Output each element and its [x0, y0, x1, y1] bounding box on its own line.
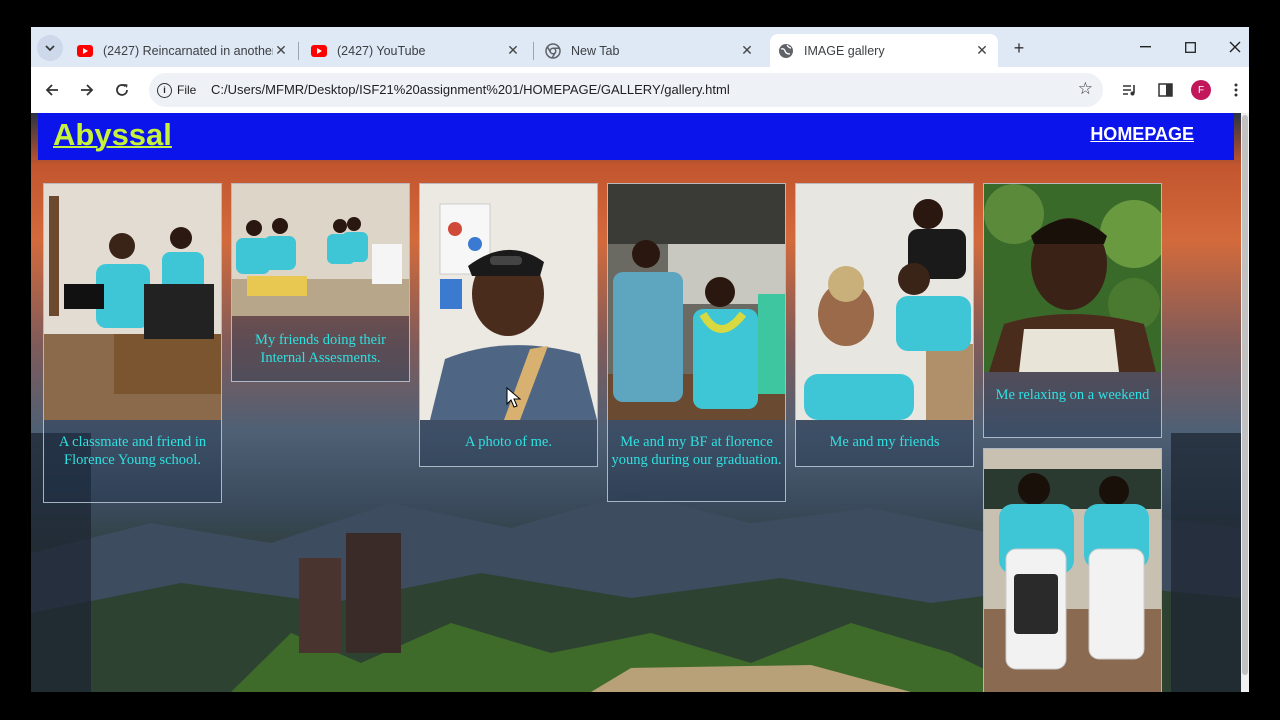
tab-title: (2427) YouTube — [337, 43, 426, 58]
gallery-card[interactable]: A photo of me. — [419, 183, 598, 467]
info-icon: i — [157, 82, 172, 98]
back-button[interactable] — [39, 77, 65, 103]
gallery-caption: A photo of me. — [465, 434, 552, 450]
gallery-caption: A classmate and friend in Florence Young… — [58, 434, 207, 468]
maximize-button[interactable] — [1168, 35, 1212, 59]
tab-image-gallery[interactable]: IMAGE gallery ✕ — [770, 34, 998, 67]
gallery-photo[interactable] — [232, 184, 409, 316]
close-icon[interactable]: ✕ — [974, 42, 990, 59]
browser-window: (2427) Reincarnated in another ✕ (2427) … — [31, 27, 1249, 692]
gallery-photo[interactable] — [44, 184, 221, 420]
tab-youtube[interactable]: (2427) YouTube ✕ — [303, 34, 529, 67]
gallery-card[interactable]: Me relaxing on a weekend — [983, 183, 1162, 438]
site-info-chip[interactable]: i File — [157, 79, 196, 101]
address-bar[interactable]: i File C:/Users/MFMR/Desktop/ISF21%20ass… — [149, 73, 1103, 107]
new-tab-button[interactable]: + — [1009, 38, 1029, 58]
side-panel-icon[interactable] — [1154, 79, 1176, 101]
url-text[interactable]: C:/Users/MFMR/Desktop/ISF21%20assignment… — [211, 82, 730, 97]
gallery-caption: Me and my BF at florence young during ou… — [611, 434, 782, 468]
gallery-card[interactable] — [983, 448, 1162, 692]
bookmark-star-icon[interactable]: ☆ — [1078, 79, 1093, 99]
gallery-photo[interactable] — [608, 184, 785, 420]
chevron-down-icon — [45, 44, 55, 51]
maximize-icon — [1184, 41, 1196, 53]
gallery-photo[interactable] — [984, 184, 1161, 372]
reload-button[interactable] — [109, 77, 135, 103]
profile-avatar[interactable]: F — [1191, 80, 1211, 100]
scheme-label: File — [177, 83, 197, 97]
minimize-button[interactable] — [1123, 35, 1167, 59]
gallery-caption: Me and my friends — [829, 434, 940, 450]
youtube-icon — [311, 43, 327, 59]
homepage-link[interactable]: HOMEPAGE — [1090, 124, 1194, 145]
site-header: Abyssal HOMEPAGE — [38, 113, 1234, 160]
gallery-photo[interactable] — [796, 184, 973, 420]
chrome-icon — [545, 42, 561, 59]
gallery-card[interactable]: Me and my BF at florence young during ou… — [607, 183, 786, 502]
tab-new-tab[interactable]: New Tab ✕ — [537, 34, 763, 67]
arrow-right-icon — [81, 84, 94, 96]
close-window-button[interactable] — [1213, 35, 1249, 59]
tab-youtube-reincarnated[interactable]: (2427) Reincarnated in another ✕ — [69, 34, 297, 67]
forward-button[interactable] — [74, 77, 100, 103]
gallery-photo[interactable] — [420, 184, 597, 420]
reload-icon — [116, 84, 128, 96]
close-icon[interactable]: ✕ — [739, 42, 755, 59]
tab-search-button[interactable] — [37, 35, 63, 61]
gallery-caption: My friends doing their Internal Assesmen… — [255, 332, 386, 366]
scrollbar-thumb[interactable] — [1242, 115, 1248, 675]
page-viewport: Abyssal HOMEPAGE A classmate and friend … — [31, 113, 1241, 692]
tab-title: New Tab — [571, 43, 620, 58]
mouse-cursor-icon — [506, 387, 522, 408]
media-controls-icon[interactable] — [1119, 79, 1141, 101]
minimize-icon — [1139, 46, 1151, 48]
page-scrollbar[interactable] — [1241, 113, 1249, 692]
close-icon — [1229, 41, 1241, 53]
gallery-card[interactable]: My friends doing their Internal Assesmen… — [231, 183, 410, 382]
tab-title: (2427) Reincarnated in another — [103, 43, 273, 58]
site-logo[interactable]: Abyssal — [53, 117, 172, 153]
gallery-photo[interactable] — [984, 449, 1161, 692]
close-icon[interactable]: ✕ — [273, 42, 289, 59]
browser-toolbar: i File C:/Users/MFMR/Desktop/ISF21%20ass… — [31, 67, 1249, 113]
gallery-card[interactable]: Me and my friends — [795, 183, 974, 467]
gallery-caption: Me relaxing on a weekend — [995, 387, 1150, 403]
globe-icon — [778, 43, 794, 59]
gallery-card[interactable]: A classmate and friend in Florence Young… — [43, 183, 222, 503]
menu-kebab-icon[interactable] — [1225, 79, 1247, 101]
arrow-left-icon — [45, 84, 58, 96]
tab-title: IMAGE gallery — [804, 43, 885, 58]
close-icon[interactable]: ✕ — [505, 42, 521, 59]
youtube-icon — [77, 43, 93, 59]
tab-strip: (2427) Reincarnated in another ✕ (2427) … — [31, 27, 1249, 67]
